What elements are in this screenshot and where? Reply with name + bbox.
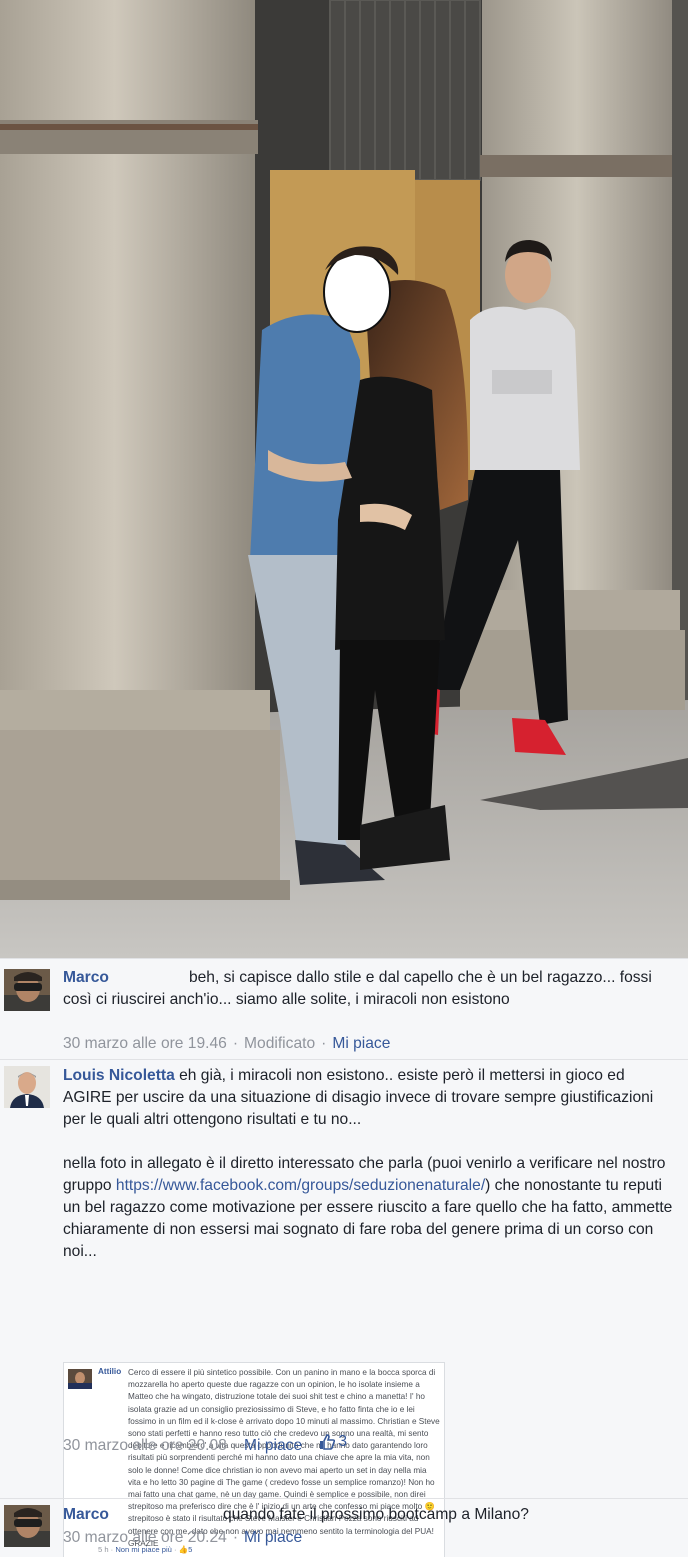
post-photo[interactable] [0, 0, 688, 958]
comment-timestamp[interactable]: 30 marzo alle ore 20.24 [63, 1529, 227, 1546]
comment-text: quando fate il prossimo bootcamp a Milan… [222, 1506, 529, 1523]
comment-meta: 30 marzo alle ore 20.24 · Mi piace [63, 1529, 303, 1546]
comment-author[interactable]: Marco [63, 969, 109, 986]
comment-meta: 30 marzo alle ore 19.46 · Modificato · Mi pi… [63, 1035, 391, 1052]
avatar[interactable] [4, 969, 50, 1011]
like-button[interactable]: Mi piace [244, 1437, 302, 1454]
comments-section: Marco beh, si capisce dallo stile e dal c… [0, 958, 688, 1557]
avatar[interactable] [4, 1066, 50, 1108]
comment-text: beh, si capisce dallo stile e dal capell… [63, 969, 652, 1008]
comment-text-block: Marco quando fate il prossimo bootcamp a … [63, 1504, 674, 1526]
comment-text-block: Marco beh, si capisce dallo stile e dal c… [63, 967, 674, 1011]
embed-avatar [68, 1369, 92, 1389]
group-link[interactable]: https://www.facebook.com/groups/seduzion… [116, 1177, 485, 1194]
comment-author[interactable]: Louis Nicoletta [63, 1067, 175, 1084]
comment-marco-1: Marco beh, si capisce dallo stile e dal c… [0, 958, 688, 1057]
like-count[interactable]: 3 [319, 1433, 347, 1451]
comment-text-block: Louis Nicoletta eh già, i miracoli non e… [63, 1065, 674, 1263]
like-button[interactable]: Mi piace [332, 1035, 390, 1052]
comment-timestamp[interactable]: 30 marzo alle ore 20.08 [63, 1437, 227, 1454]
photo-scene [0, 0, 688, 958]
thumbs-up-icon [320, 1434, 336, 1450]
comment-louis: Louis Nicoletta eh già, i miracoli non e… [0, 1059, 688, 1557]
comment-author[interactable]: Marco [63, 1506, 109, 1523]
edited-label[interactable]: Modificato [244, 1035, 315, 1052]
comment-timestamp[interactable]: 30 marzo alle ore 19.46 [63, 1035, 227, 1052]
like-count-value: 3 [338, 1433, 348, 1450]
like-button[interactable]: Mi piace [244, 1529, 302, 1546]
embed-author: Attilio [98, 1367, 122, 1376]
avatar[interactable] [4, 1505, 50, 1547]
comment-marco-2: Marco quando fate il prossimo bootcamp a … [0, 1498, 688, 1557]
comment-meta: 30 marzo alle ore 20.08 · Mi piace · 3 [63, 1433, 348, 1454]
